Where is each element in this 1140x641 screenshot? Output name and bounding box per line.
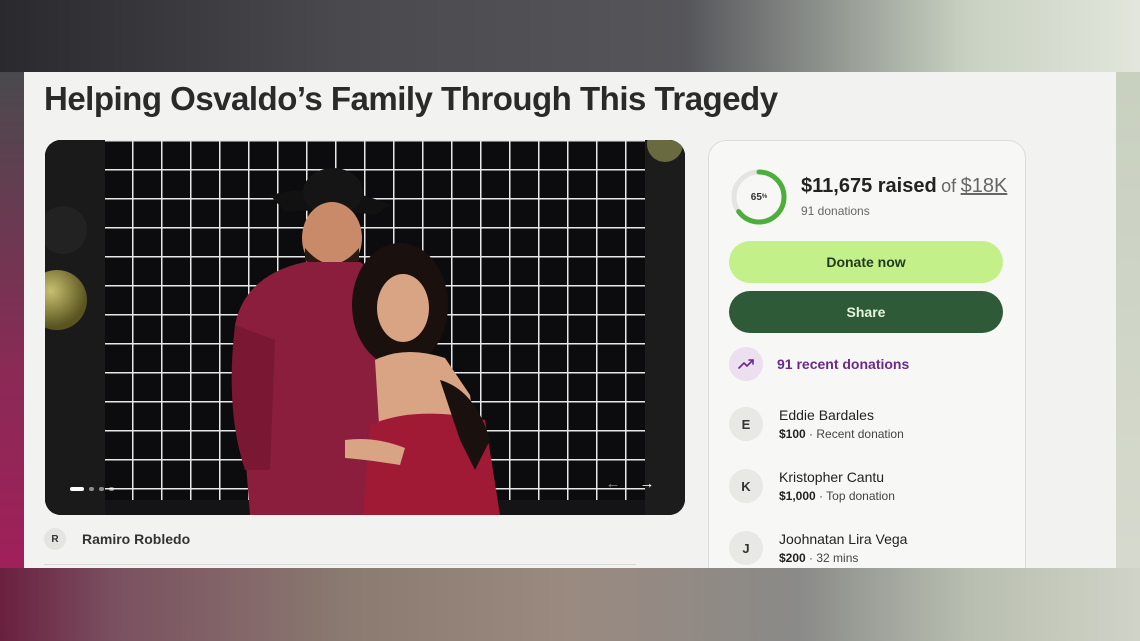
raised-amount: $11,675 raised bbox=[801, 175, 937, 197]
donor-item: E Eddie Bardales $100 · Recent donation bbox=[729, 407, 904, 441]
raised-of: of bbox=[941, 176, 957, 196]
recent-donations-label: 91 recent donations bbox=[777, 356, 910, 372]
arrow-right-icon[interactable]: → bbox=[635, 471, 659, 495]
donor-name: Eddie Bardales bbox=[779, 407, 874, 423]
donor-meta: $1,000 · Top donation bbox=[779, 489, 895, 503]
tv-background-top bbox=[0, 0, 1140, 72]
trending-up-icon bbox=[729, 347, 763, 381]
tv-background-bottom bbox=[0, 567, 1140, 641]
donor-name: Joohnatan Lira Vega bbox=[779, 531, 908, 547]
carousel-indicators bbox=[70, 487, 114, 491]
arrow-left-icon[interactable]: ← bbox=[601, 471, 625, 495]
donor-item: J Joohnatan Lira Vega $200 · 32 mins bbox=[729, 531, 907, 565]
donor-item: K Kristopher Cantu $1,000 · Top donation bbox=[729, 469, 895, 503]
donation-count: 91 donations bbox=[801, 204, 870, 218]
goal-amount[interactable]: $18K bbox=[961, 175, 1008, 197]
carousel-dot[interactable] bbox=[109, 487, 114, 491]
organizer-avatar: R bbox=[44, 528, 66, 550]
organizer-name: Ramiro Robledo bbox=[82, 531, 191, 547]
donor-meta: $100 · Recent donation bbox=[779, 427, 904, 441]
page-title: Helping Osvaldo’s Family Through This Tr… bbox=[44, 80, 778, 117]
organizer[interactable]: R Ramiro Robledo bbox=[44, 528, 190, 550]
carousel-dot-active[interactable] bbox=[70, 487, 84, 491]
carousel-dot[interactable] bbox=[99, 487, 104, 491]
fundraiser-page: Helping Osvaldo’s Family Through This Tr… bbox=[24, 72, 1116, 568]
campaign-photo-carousel[interactable]: ← → bbox=[45, 140, 685, 515]
share-button[interactable]: Share bbox=[729, 291, 1003, 333]
amount-raised: $11,675 raised of $18K bbox=[801, 175, 1007, 198]
progress-percent: 65% bbox=[750, 191, 768, 203]
donor-name: Kristopher Cantu bbox=[779, 469, 885, 485]
donate-now-button[interactable]: Donate now bbox=[729, 241, 1003, 283]
carousel-dot[interactable] bbox=[89, 487, 94, 491]
recent-donations-link[interactable]: 91 recent donations bbox=[729, 347, 909, 381]
tv-background-right bbox=[1116, 72, 1140, 568]
donation-sidebar: 65% $11,675 raised of $18K 91 donations … bbox=[708, 140, 1026, 568]
donor-avatar: E bbox=[729, 407, 763, 441]
campaign-photo bbox=[45, 140, 685, 515]
donor-meta: $200 · 32 mins bbox=[779, 551, 859, 565]
divider bbox=[44, 564, 636, 565]
donor-avatar: J bbox=[729, 531, 763, 565]
donor-avatar: K bbox=[729, 469, 763, 503]
tv-background-left bbox=[0, 72, 24, 568]
